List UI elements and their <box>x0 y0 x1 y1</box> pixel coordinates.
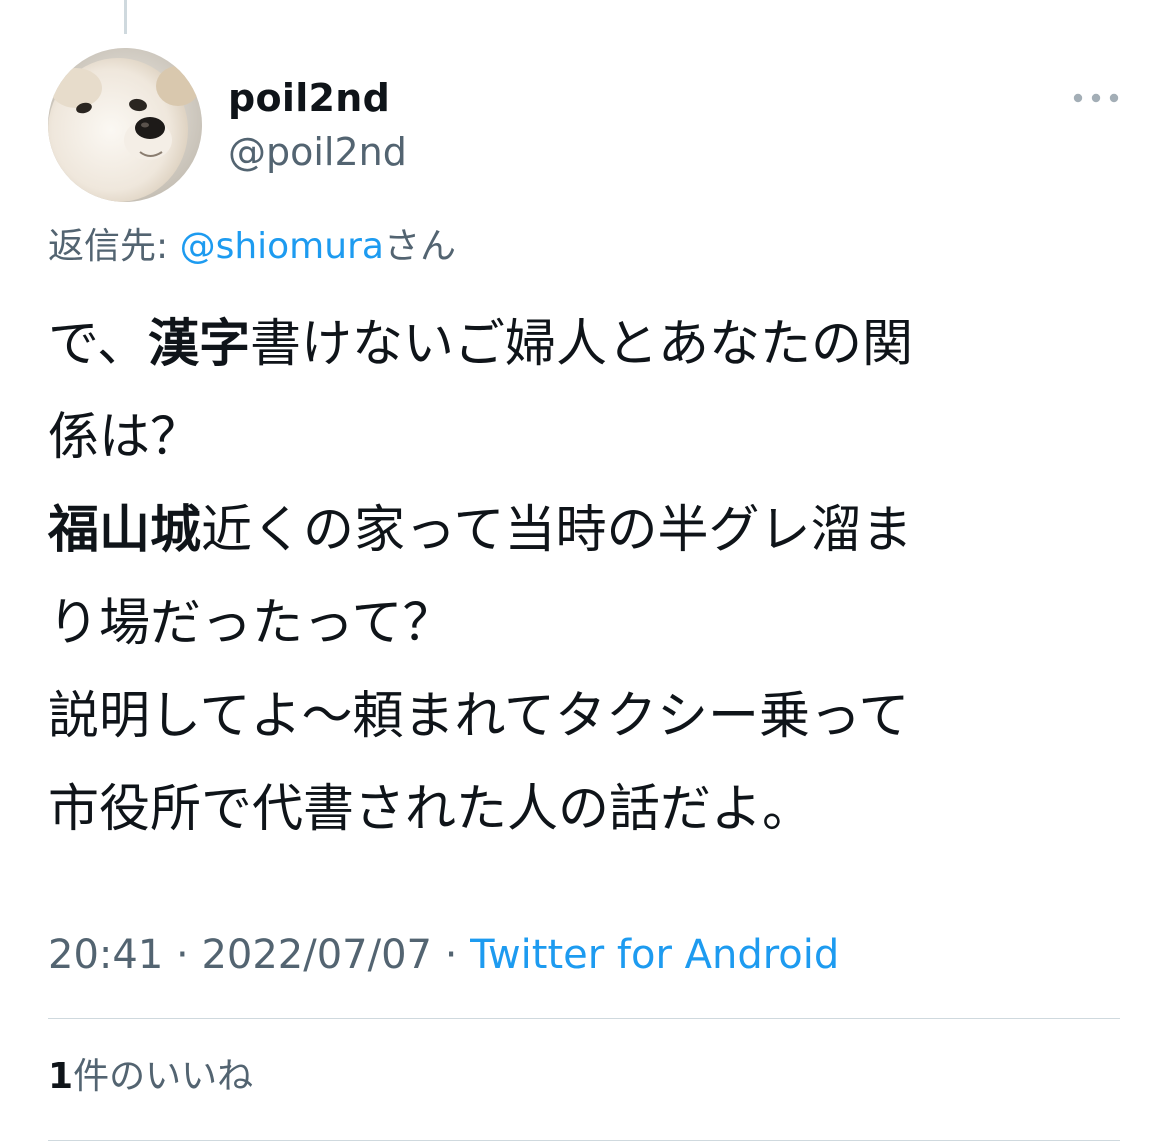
divider <box>48 1018 1120 1019</box>
tweet-segment: 説明してよ〜頼まれてタクシー乗って <box>48 687 910 746</box>
author-handle[interactable]: @poil2nd <box>228 128 407 176</box>
tweet-segment: 係は？ <box>48 408 202 467</box>
tweet-line: 説明してよ〜頼まれてタクシー乗って <box>48 670 1118 763</box>
meta-separator: · <box>431 932 471 978</box>
tweet-line: 係は？ <box>48 391 1118 484</box>
likes-count-link[interactable]: 1件のいいね <box>48 1052 253 1102</box>
reply-context: 返信先: @shiomuraさん <box>48 222 456 272</box>
tweet-segment: 近くの家って当時の半グレ溜ま <box>201 501 913 560</box>
likes-count: 1 <box>48 1056 74 1097</box>
tweet-line: 市役所で代書された人の話だよ。 <box>48 763 1118 856</box>
tweet-segment-bold: 漢字 <box>147 315 250 374</box>
thread-connector-line <box>124 0 127 34</box>
tweet-segment: 書けないご婦人とあなたの関 <box>249 315 913 374</box>
tweet-line: で、漢字書けないご婦人とあなたの関 <box>48 298 1118 391</box>
tweet-segment-bold: 福山城 <box>48 501 202 560</box>
tweet-segment: り場だったって？ <box>48 594 454 653</box>
likes-label: 件のいいね <box>73 1056 254 1097</box>
reply-mention-link[interactable]: @shiomura <box>180 226 384 267</box>
author-avatar[interactable] <box>48 48 202 202</box>
tweet-metadata: 20:41 · 2022/07/07 · Twitter for Android <box>48 928 839 982</box>
tweet-segment: で、 <box>48 315 148 374</box>
dog-avatar-icon <box>48 48 202 202</box>
author-display-name[interactable]: poil2nd <box>228 74 390 122</box>
more-horizontal-icon <box>1073 93 1119 103</box>
tweet-line: 福山城近くの家って当時の半グレ溜ま <box>48 484 1118 577</box>
tweet-segment: 市役所で代書された人の話だよ。 <box>48 780 814 839</box>
tweet-text: で、漢字書けないご婦人とあなたの関 係は？ 福山城近くの家って当時の半グレ溜ま … <box>48 298 1118 856</box>
tweet-date[interactable]: 2022/07/07 <box>201 932 432 978</box>
tweet-time[interactable]: 20:41 <box>48 932 163 978</box>
reply-context-prefix: 返信先: <box>48 226 180 267</box>
reply-context-suffix: さん <box>383 226 456 267</box>
meta-separator: · <box>163 932 202 978</box>
tweet-line: り場だったって？ <box>48 577 1118 670</box>
tweet-source-link[interactable]: Twitter for Android <box>470 932 839 978</box>
divider <box>48 1140 1120 1141</box>
more-options-button[interactable] <box>1066 80 1126 116</box>
